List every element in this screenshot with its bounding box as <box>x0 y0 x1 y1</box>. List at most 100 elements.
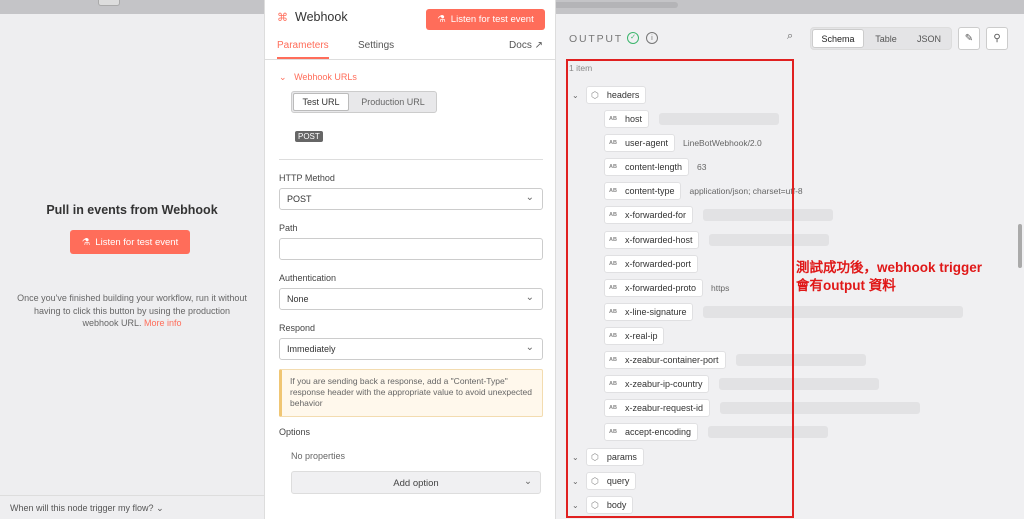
external-link-icon: ↗ <box>534 40 543 51</box>
schema-field-row[interactable]: AB x-forwarded-proto https <box>604 278 729 297</box>
schema-field-pill[interactable]: AB host <box>604 110 649 128</box>
http-method-value: POST <box>287 194 312 204</box>
schema-field-pill[interactable]: AB x-zeabur-request-id <box>604 399 710 418</box>
search-icon[interactable]: ⌕ <box>787 30 793 43</box>
add-option-button[interactable]: Add option ⌄ <box>291 471 541 494</box>
http-method-label: HTTP Method <box>279 173 335 183</box>
string-type-icon: AB <box>609 140 617 147</box>
node-title[interactable]: Webhook <box>295 10 348 24</box>
schema-object-pill[interactable]: ⬡ headers <box>586 86 647 104</box>
schema-field-pill[interactable]: AB x-forwarded-port <box>604 254 698 273</box>
schema-field-pill[interactable]: AB user-agent <box>604 134 675 153</box>
webhook-urls-section[interactable]: ⌄ Webhook URLs <box>279 72 357 83</box>
schema-field-row[interactable]: AB x-forwarded-host <box>604 230 830 249</box>
schema-field-pill[interactable]: AB x-forwarded-host <box>604 230 700 249</box>
string-type-icon: AB <box>609 381 617 388</box>
schema-field-row[interactable]: AB accept-encoding <box>604 423 828 442</box>
redacted-value <box>720 402 920 415</box>
listen-test-event-button[interactable]: ⚗ Listen for test event <box>426 9 545 30</box>
schema-field-pill[interactable]: AB content-length <box>604 158 689 177</box>
schema-object-pill[interactable]: ⬡ params <box>586 448 644 466</box>
section-title: Webhook URLs <box>294 72 357 82</box>
edit-output-button[interactable]: ✎ <box>958 27 980 50</box>
tab-settings[interactable]: Settings <box>358 40 394 51</box>
chevron-down-icon[interactable]: ⌄ <box>572 501 586 510</box>
node-header: ⌘ Webhook ⚗ Listen for test event <box>265 0 555 36</box>
canvas-control[interactable] <box>98 0 120 6</box>
test-url-tab[interactable]: Test URL <box>293 93 349 111</box>
production-url-tab[interactable]: Production URL <box>350 92 436 112</box>
path-label: Path <box>279 223 298 233</box>
schema-field-pill[interactable]: AB accept-encoding <box>604 423 698 442</box>
schema-field-pill[interactable]: AB content-type <box>604 182 682 201</box>
chevron-down-icon: ⌄ <box>525 342 534 353</box>
http-method-select[interactable]: POST ⌄ <box>279 188 543 210</box>
schema-object-row[interactable]: ⌄ ⬡ params <box>572 448 644 466</box>
schema-field-pill[interactable]: AB x-real-ip <box>604 326 665 345</box>
schema-field-key: x-line-signature <box>624 306 687 317</box>
schema-field-row[interactable]: AB x-line-signature <box>604 302 964 321</box>
input-panel: Pull in events from Webhook ⚗ Listen for… <box>0 14 264 519</box>
listen-test-event-button-left[interactable]: ⚗ Listen for test event <box>70 230 190 254</box>
string-type-icon: AB <box>609 405 617 412</box>
more-info-link[interactable]: More info <box>144 318 182 328</box>
schema-field-pill[interactable]: AB x-line-signature <box>604 302 694 321</box>
string-type-icon: AB <box>609 284 617 291</box>
schema-field-row[interactable]: AB x-zeabur-request-id <box>604 399 920 418</box>
authentication-label: Authentication <box>279 273 337 283</box>
schema-field-row[interactable]: AB content-length 63 <box>604 158 706 177</box>
node-parameters-panel: ⌘ Webhook ⚗ Listen for test event Parame… <box>264 0 556 519</box>
schema-object-row[interactable]: ⌄ ⬡ headers <box>572 86 647 104</box>
schema-field-row[interactable]: AB x-real-ip <box>604 326 665 345</box>
schema-field-row[interactable]: AB content-type application/json; charset=… <box>604 182 803 201</box>
schema-field-row[interactable]: AB user-agent LineBotWebhook/2.0 <box>604 134 762 153</box>
string-type-icon: AB <box>609 260 617 267</box>
flask-icon: ⚗ <box>437 14 446 25</box>
view-json[interactable]: JSON <box>907 28 951 49</box>
schema-field-pill[interactable]: AB x-forwarded-for <box>604 206 693 225</box>
schema-object-pill[interactable]: ⬡ body <box>586 496 634 515</box>
listen-button-label: Listen for test event <box>450 14 534 25</box>
tab-parameters[interactable]: Parameters <box>277 40 329 59</box>
input-heading: Pull in events from Webhook <box>46 203 218 217</box>
string-type-icon: AB <box>609 212 617 219</box>
pin-output-button[interactable]: ⚲ <box>986 27 1008 50</box>
path-input[interactable] <box>279 238 543 260</box>
schema-field-row[interactable]: AB x-zeabur-container-port <box>604 351 866 369</box>
schema-field-pill[interactable]: AB x-zeabur-container-port <box>604 351 726 369</box>
chevron-down-icon[interactable]: ⌄ <box>572 477 586 486</box>
schema-field-row[interactable]: AB x-forwarded-for <box>604 206 833 225</box>
input-info: Once you've finished building your workf… <box>16 292 248 330</box>
authentication-select[interactable]: None ⌄ <box>279 288 543 310</box>
string-type-icon: AB <box>609 164 617 171</box>
schema-object-name: query <box>606 476 630 487</box>
string-type-icon: AB <box>609 429 617 436</box>
string-type-icon: AB <box>609 357 617 363</box>
redacted-value <box>709 233 830 246</box>
redacted-value <box>702 209 833 222</box>
schema-field-pill[interactable]: AB x-zeabur-ip-country <box>604 375 710 394</box>
docs-link[interactable]: Docs ↗ <box>509 40 543 51</box>
schema-field-row[interactable]: AB x-forwarded-port <box>604 254 698 273</box>
pencil-icon: ✎ <box>964 33 974 44</box>
view-table[interactable]: Table <box>865 28 907 49</box>
docs-label: Docs <box>509 40 532 51</box>
authentication-value: None <box>287 294 309 304</box>
chevron-down-icon[interactable]: ⌄ <box>572 453 586 462</box>
view-schema[interactable]: Schema <box>812 29 864 48</box>
schema-field-row[interactable]: AB host <box>604 110 779 128</box>
info-icon[interactable]: i <box>646 32 658 44</box>
schema-object-pill[interactable]: ⬡ query <box>586 472 637 491</box>
trigger-footer[interactable]: When will this node trigger my flow? ⌄ <box>0 495 264 519</box>
chevron-down-icon[interactable]: ⌄ <box>572 91 586 100</box>
schema-field-row[interactable]: AB x-zeabur-ip-country <box>604 375 880 394</box>
schema-object-row[interactable]: ⌄ ⬡ body <box>572 496 634 515</box>
chevron-down-icon: ⌄ <box>525 192 534 203</box>
schema-field-key: x-zeabur-request-id <box>624 403 703 414</box>
schema-object-row[interactable]: ⌄ ⬡ query <box>572 472 637 491</box>
schema-field-pill[interactable]: AB x-forwarded-proto <box>604 278 703 297</box>
chevron-down-icon: ⌄ <box>525 292 534 303</box>
respond-select[interactable]: Immediately ⌄ <box>279 338 543 360</box>
schema-field-key: x-forwarded-host <box>624 234 693 245</box>
schema-field-key: accept-encoding <box>624 427 691 438</box>
